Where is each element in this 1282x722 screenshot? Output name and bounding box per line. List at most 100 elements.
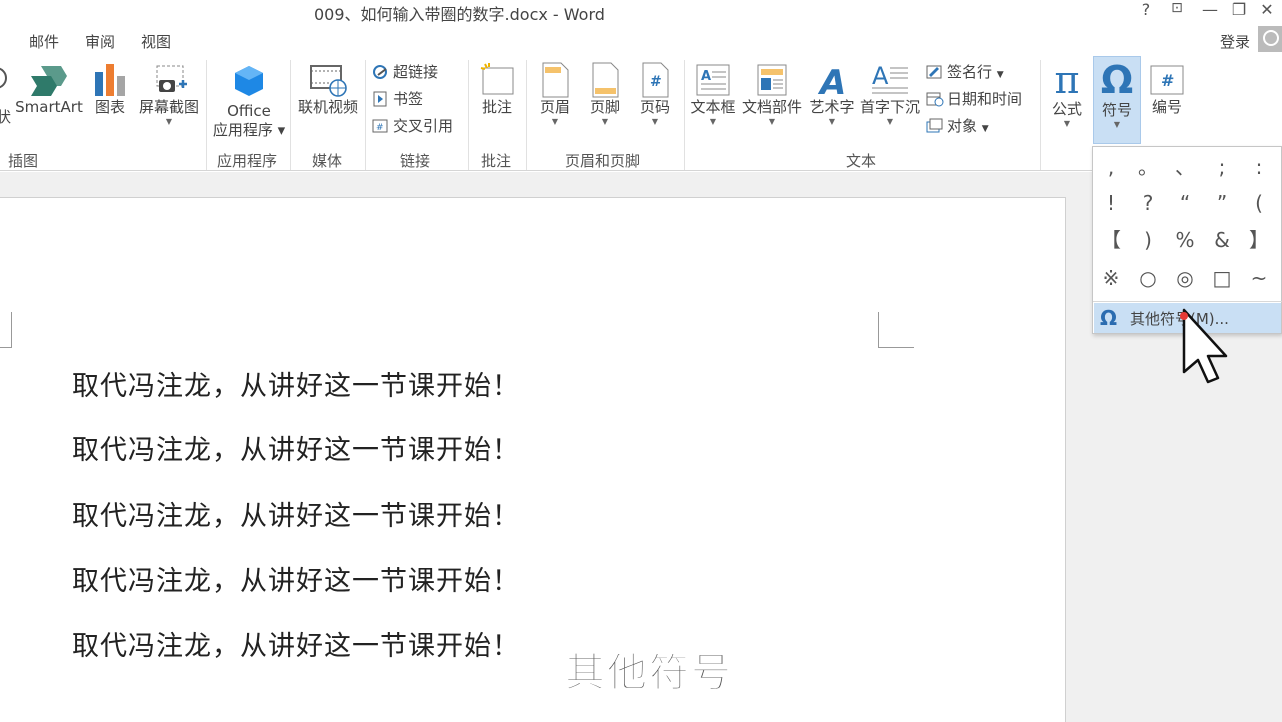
group-label-apps: 应用程序	[217, 152, 278, 170]
document-paragraph[interactable]: 取代冯注龙，从讲好这一节课开始！	[72, 624, 520, 663]
new-comment-button[interactable]: 批注	[474, 60, 520, 117]
close-button[interactable]: ✕	[1256, 0, 1278, 22]
hyperlink-label: 超链接	[393, 63, 439, 81]
symbol-button[interactable]: Ω 符号 ▼	[1093, 56, 1141, 144]
svg-text:A: A	[701, 69, 711, 84]
chevron-down-icon: ▼	[601, 117, 609, 126]
footer-button[interactable]: 页脚 ▼	[584, 62, 626, 127]
document-paragraph[interactable]: 取代冯注龙，从讲好这一节课开始！	[72, 494, 520, 533]
object-button[interactable]: 对象 ▼	[926, 115, 989, 137]
symbol-circle[interactable]: ○	[1130, 260, 1166, 296]
office-apps-icon	[235, 66, 263, 96]
group-label-text: 文本	[846, 152, 877, 170]
screenshot-button[interactable]: 屏幕截图 ▼	[134, 62, 204, 127]
chevron-down-icon: ▼	[165, 117, 173, 126]
date-time-button[interactable]: 日期和时间	[926, 88, 1022, 110]
signature-line-button[interactable]: 签名行 ▼	[926, 61, 1004, 83]
ribbon-display-options-button[interactable]: ⊡	[1166, 0, 1188, 22]
document-paragraph[interactable]: 取代冯注龙，从讲好这一节课开始！	[72, 428, 520, 467]
minimize-button[interactable]: —	[1198, 0, 1222, 22]
document-paragraph[interactable]: 取代冯注龙，从讲好这一节课开始！	[72, 364, 520, 403]
symbol-exclamation[interactable]: !	[1093, 185, 1129, 221]
document-title: 009、如何输入带圈的数字.docx - Word	[314, 5, 605, 24]
sign-in-link[interactable]: 登录	[1220, 31, 1250, 52]
online-video-button[interactable]: 联机视频	[294, 62, 362, 117]
bookmark-button[interactable]: 书签	[372, 88, 423, 110]
footer-label: 页脚	[589, 98, 620, 116]
symbol-comma[interactable]: ,	[1093, 149, 1129, 185]
symbol-right-paren[interactable]: )	[1130, 222, 1166, 258]
quick-parts-button[interactable]: 文档部件 ▼	[740, 62, 804, 127]
dropdown-divider	[1093, 301, 1282, 302]
symbol-reference-mark[interactable]: ※	[1093, 260, 1129, 296]
symbol-semicolon[interactable]: ;	[1204, 149, 1240, 185]
symbol-colon[interactable]: :	[1241, 149, 1277, 185]
number-label: 编号	[1151, 98, 1182, 116]
symbol-bullseye[interactable]: ◎	[1167, 260, 1203, 296]
tab-mailings[interactable]: 邮件	[29, 31, 59, 52]
text-box-icon: A	[696, 64, 730, 96]
pi-icon: π	[1054, 58, 1080, 102]
group-separator	[206, 60, 207, 170]
svg-text:#: #	[650, 74, 662, 90]
screenshot-label: 屏幕截图	[138, 98, 199, 116]
drop-cap-button[interactable]: A 首字下沉 ▼	[858, 62, 922, 127]
chevron-down-icon: ▼	[551, 117, 559, 126]
help-button[interactable]: ?	[1136, 0, 1156, 22]
object-icon	[926, 118, 943, 133]
symbol-square[interactable]: □	[1204, 260, 1240, 296]
chevron-down-icon: ▼	[828, 117, 836, 126]
maximize-button[interactable]: ❐	[1228, 0, 1250, 22]
page-number-button[interactable]: # 页码 ▼	[634, 62, 676, 127]
symbol-left-quote[interactable]: “	[1167, 185, 1203, 221]
header-icon	[542, 62, 569, 98]
account-avatar[interactable]	[1258, 26, 1282, 52]
document-paragraph[interactable]: 取代冯注龙，从讲好这一节课开始！	[72, 559, 520, 598]
smartart-icon	[31, 66, 67, 96]
symbol-enum-comma[interactable]: 、	[1167, 149, 1203, 185]
chart-button[interactable]: 图表	[90, 62, 130, 117]
wordart-button[interactable]: A 艺术字 ▼	[806, 62, 858, 127]
shapes-icon[interactable]	[0, 64, 8, 94]
online-video-label: 联机视频	[297, 98, 358, 116]
number-button[interactable]: # 编号	[1144, 62, 1190, 117]
tab-review[interactable]: 审阅	[85, 31, 115, 52]
chevron-down-icon: ▼	[1113, 120, 1121, 129]
cross-reference-icon: #	[372, 119, 388, 133]
cross-reference-button[interactable]: # 交叉引用	[372, 115, 453, 137]
hyperlink-button[interactable]: 超链接	[372, 61, 438, 83]
svg-text:A: A	[817, 63, 846, 98]
symbol-percent[interactable]: %	[1167, 222, 1203, 258]
footer-icon	[592, 62, 619, 98]
equation-button[interactable]: π 公式 ▼	[1044, 60, 1090, 129]
smartart-button[interactable]: SmartArt	[14, 62, 84, 117]
symbol-left-bracket[interactable]: 【	[1093, 222, 1129, 258]
text-box-label: 文本框	[690, 98, 736, 116]
symbol-ampersand[interactable]: &	[1204, 222, 1240, 258]
svg-text:#: #	[1161, 71, 1174, 90]
symbol-right-bracket[interactable]: 】	[1241, 222, 1277, 258]
omega-icon: Ω	[1100, 58, 1134, 102]
chevron-down-icon: ▼	[996, 70, 1004, 80]
symbol-period[interactable]: 。	[1130, 149, 1166, 185]
symbol-tilde[interactable]: ~	[1241, 260, 1277, 296]
page-number-label: 页码	[639, 98, 670, 116]
title-bar: 009、如何输入带圈的数字.docx - Word ? ⊡ — ❐ ✕	[0, 0, 1282, 24]
shapes-label-partial: 状	[0, 108, 12, 126]
smartart-label: SmartArt	[15, 98, 83, 116]
chevron-down-icon: ▼	[709, 117, 717, 126]
symbol-left-paren[interactable]: (	[1241, 185, 1277, 221]
drop-cap-icon: A	[872, 62, 908, 94]
group-label-media: 媒体	[312, 152, 343, 170]
quick-parts-label: 文档部件	[741, 98, 802, 116]
wordart-label: 艺术字	[809, 98, 855, 116]
bookmark-icon	[373, 91, 387, 107]
screenshot-icon	[156, 65, 187, 92]
symbol-right-quote[interactable]: ”	[1204, 185, 1240, 221]
office-apps-button[interactable]: Office 应用程序 ▾	[210, 64, 288, 140]
symbol-question[interactable]: ?	[1130, 185, 1166, 221]
text-box-button[interactable]: A 文本框 ▼	[688, 62, 738, 127]
tab-view[interactable]: 视图	[141, 31, 171, 52]
symbol-label: 符号	[1101, 101, 1132, 119]
header-button[interactable]: 页眉 ▼	[534, 62, 576, 127]
